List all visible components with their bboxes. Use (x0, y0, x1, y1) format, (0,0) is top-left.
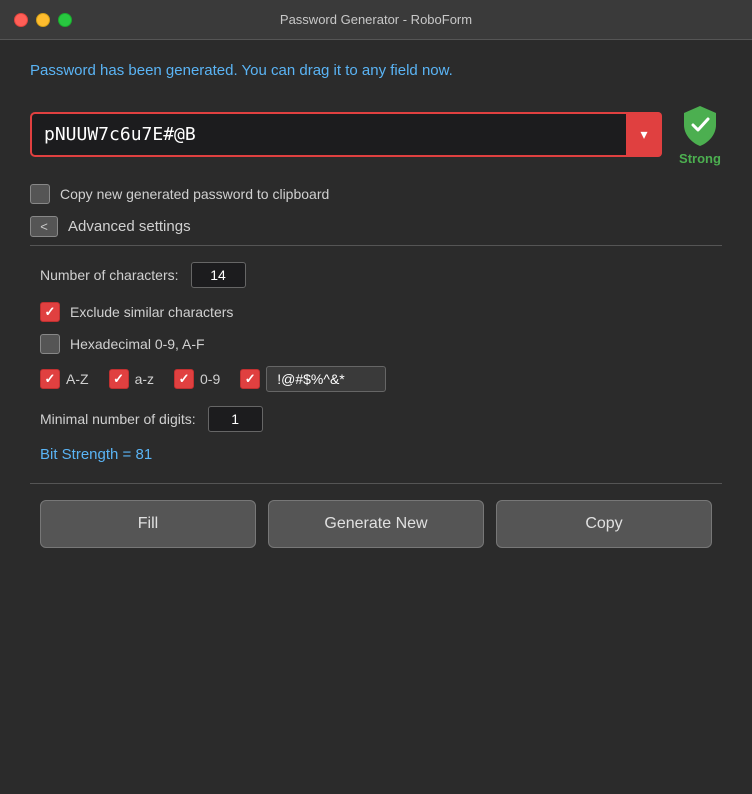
copy-clipboard-row: Copy new generated password to clipboard (30, 184, 722, 204)
close-button[interactable] (14, 13, 28, 27)
special-checkbox[interactable] (240, 369, 260, 389)
main-content: Password has been generated. You can dra… (0, 40, 752, 568)
chevron-down-icon: ▾ (640, 126, 647, 143)
divider-top (30, 245, 722, 246)
min-digits-row: Minimal number of digits: (40, 406, 722, 432)
advanced-settings-label: Advanced settings (68, 218, 191, 235)
special-chars-input[interactable] (266, 366, 386, 392)
password-input-wrapper: ▾ (30, 112, 662, 157)
hex-checkbox[interactable] (40, 334, 60, 354)
copy-button[interactable]: Copy (496, 500, 712, 548)
password-row: ▾ Strong (30, 103, 722, 166)
fill-button[interactable]: Fill (40, 500, 256, 548)
password-input[interactable] (30, 112, 662, 157)
hex-row: Hexadecimal 0-9, A-F (40, 334, 722, 354)
exclude-similar-row: Exclude similar characters (40, 302, 722, 322)
special-item (240, 366, 386, 392)
az-lower-item: a-z (109, 369, 154, 389)
action-buttons: Fill Generate New Copy (30, 500, 722, 548)
az-lower-label: a-z (135, 371, 154, 387)
shield-icon (678, 103, 722, 147)
advanced-toggle-button[interactable]: < (30, 216, 58, 237)
az-item: A-Z (40, 369, 89, 389)
copy-clipboard-label: Copy new generated password to clipboard (60, 186, 329, 202)
title-bar: Password Generator - RoboForm (0, 0, 752, 40)
digits-label: 0-9 (200, 371, 220, 387)
digits-checkbox[interactable] (174, 369, 194, 389)
copy-clipboard-checkbox[interactable] (30, 184, 50, 204)
az-checkbox[interactable] (40, 369, 60, 389)
exclude-similar-label: Exclude similar characters (70, 304, 233, 320)
password-dropdown-button[interactable]: ▾ (626, 112, 662, 157)
min-digits-input[interactable] (208, 406, 263, 432)
minimize-button[interactable] (36, 13, 50, 27)
digits-item: 0-9 (174, 369, 220, 389)
bit-strength: Bit Strength = 81 (40, 446, 722, 463)
strength-label: Strong (679, 151, 721, 166)
divider-bottom (30, 483, 722, 484)
num-chars-label: Number of characters: (40, 267, 179, 283)
generate-new-button[interactable]: Generate New (268, 500, 484, 548)
az-label: A-Z (66, 371, 89, 387)
hex-label: Hexadecimal 0-9, A-F (70, 336, 205, 352)
num-chars-input[interactable] (191, 262, 246, 288)
settings-section: Number of characters: Exclude similar ch… (30, 262, 722, 463)
charset-row: A-Z a-z 0-9 (40, 366, 722, 392)
exclude-similar-checkbox[interactable] (40, 302, 60, 322)
strength-indicator: Strong (678, 103, 722, 166)
az-lower-checkbox[interactable] (109, 369, 129, 389)
maximize-button[interactable] (58, 13, 72, 27)
num-chars-row: Number of characters: (40, 262, 722, 288)
advanced-toggle-row: < Advanced settings (30, 216, 722, 237)
min-digits-label: Minimal number of digits: (40, 411, 196, 427)
title-bar-buttons (14, 13, 72, 27)
window-title: Password Generator - RoboForm (280, 12, 472, 27)
status-message: Password has been generated. You can dra… (30, 60, 722, 83)
